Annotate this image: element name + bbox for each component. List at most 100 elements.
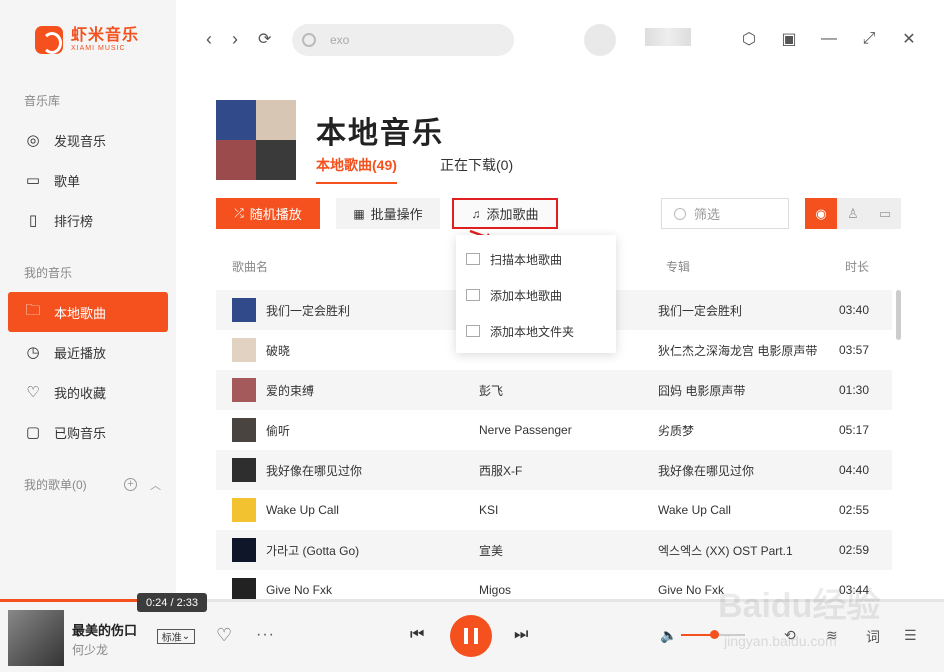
song-list-scrollbar[interactable] — [896, 290, 901, 340]
menu-item-scan-local[interactable]: 扫描本地歌曲 — [456, 241, 616, 277]
section-mine-label: 我的音乐 — [24, 266, 73, 280]
playlist-queue-icon[interactable]: ☰ — [904, 627, 917, 644]
now-playing-cover[interactable] — [8, 610, 64, 666]
table-row[interactable]: 偷听 Nerve Passenger 劣质梦 05:17 — [216, 410, 892, 450]
song-cover — [232, 298, 256, 322]
volume-knob[interactable] — [710, 630, 719, 639]
song-artist: 宣美 — [479, 543, 504, 558]
time-tooltip: 0:24 / 2:33 — [137, 593, 207, 612]
quality-select[interactable]: 标准 ⌄ — [157, 629, 195, 644]
song-artist: Nerve Passenger — [479, 423, 572, 437]
chevron-down-icon: ⌄ — [181, 631, 191, 642]
app-name: 虾米音乐 — [71, 27, 140, 44]
now-playing-artist[interactable]: 何少龙 — [72, 641, 108, 658]
song-name: 我好像在哪见过你 — [266, 463, 363, 478]
playback-progress-fill — [0, 599, 148, 602]
sidebar-item-local[interactable]: 🗀 本地歌曲 — [8, 292, 168, 332]
song-cover — [232, 418, 256, 442]
page-title: 本地音乐 — [316, 117, 444, 150]
pause-icon — [464, 628, 468, 644]
tab-local-songs[interactable]: 本地歌曲(49) — [316, 155, 397, 184]
search-icon — [302, 33, 316, 47]
mini-mode-icon[interactable]: ▣ — [780, 30, 798, 48]
search-placeholder: exo — [330, 33, 350, 47]
menu-item-add-local-folder[interactable]: 添加本地文件夹 — [456, 313, 616, 349]
section-library-label: 音乐库 — [24, 94, 61, 108]
next-icon[interactable]: ⏭ — [514, 626, 528, 644]
song-album: 我们一定会胜利 — [658, 303, 743, 318]
menu-item-label: 添加本地文件夹 — [490, 324, 575, 339]
add-playlist-icon[interactable]: + — [124, 478, 137, 491]
table-row[interactable]: Wake Up Call KSI Wake Up Call 02:55 — [216, 490, 892, 530]
view-albums-button[interactable]: ▭ — [869, 198, 901, 229]
song-duration: 04:40 — [839, 463, 870, 477]
song-artist: 西服X-F — [479, 463, 523, 478]
chevron-up-icon[interactable]: ︿ — [150, 477, 161, 493]
username-blurred[interactable] — [645, 28, 691, 46]
maximize-icon[interactable]: ⤢ — [860, 30, 878, 48]
song-cover — [232, 338, 256, 362]
add-songs-button[interactable]: ♫ 添加歌曲 — [452, 198, 558, 229]
table-row[interactable]: 我好像在哪见过你 西服X-F 我好像在哪见过你 04:40 — [216, 450, 892, 490]
person-icon: ♙ — [847, 205, 859, 221]
volume-icon[interactable]: 🔈 — [660, 627, 677, 644]
sidebar-item-recent[interactable]: ◷ 最近播放 — [8, 332, 168, 372]
favorite-icon[interactable]: ♡ — [216, 625, 232, 646]
menu-item-label: 添加本地歌曲 — [490, 288, 563, 303]
view-songs-button[interactable]: ◉ — [805, 198, 837, 229]
my-playlists-header: 我的歌单(0) + ︿ — [24, 476, 164, 493]
clock-icon: ◷ — [26, 344, 40, 361]
avatar[interactable] — [584, 24, 616, 56]
song-album: 我好像在哪见过你 — [658, 463, 755, 478]
add-songs-menu: 扫描本地歌曲 添加本地歌曲 添加本地文件夹 — [456, 235, 616, 353]
sidebar-item-favorites[interactable]: ♡ 我的收藏 — [8, 372, 168, 412]
menu-item-add-local-songs[interactable]: 添加本地歌曲 — [456, 277, 616, 313]
table-row[interactable]: 가라고 (Gotta Go) 宣美 엑스엑스 (XX) OST Part.1 0… — [216, 530, 892, 570]
shuffle-label: 随机播放 — [249, 207, 302, 222]
song-cover — [232, 458, 256, 482]
sidebar-item-playlists[interactable]: ▭ 歌单 — [8, 160, 168, 200]
minimize-icon[interactable]: — — [820, 30, 838, 48]
sidebar-item-discover[interactable]: ◎ 发现音乐 — [8, 120, 168, 160]
song-album: Wake Up Call — [658, 503, 731, 517]
music-note-icon: ♫ — [471, 206, 481, 221]
column-header-name[interactable]: 歌曲名 — [232, 258, 268, 275]
column-header-album[interactable]: 专辑 — [666, 258, 690, 275]
app-logo[interactable]: 虾米音乐 XIAMI MUSIC — [35, 26, 139, 54]
shuffle-play-button[interactable]: ⤮ 随机播放 — [216, 198, 320, 229]
song-name: Wake Up Call — [266, 503, 339, 517]
now-playing-title[interactable]: 最美的伤口 — [72, 620, 137, 639]
song-name: 偷听 — [266, 423, 291, 438]
lyrics-icon[interactable]: 词 — [866, 627, 880, 647]
tab-downloading[interactable]: 正在下载(0) — [440, 155, 513, 175]
refresh-icon[interactable]: ⟳ — [258, 29, 271, 49]
sidebar-item-label: 歌单 — [54, 173, 81, 189]
disc-icon: ◎ — [26, 132, 40, 149]
album-icon: ▭ — [878, 205, 892, 221]
previous-icon[interactable]: ⏮ — [410, 626, 424, 644]
batch-operation-button[interactable]: ▦ 批量操作 — [336, 198, 440, 229]
sidebar-item-charts[interactable]: ▯ 排行榜 — [8, 200, 168, 240]
settings-hexagon-icon[interactable]: ⬡ — [740, 30, 758, 48]
forward-icon[interactable]: › — [232, 29, 238, 50]
purchased-icon: ▢ — [25, 424, 41, 441]
view-artists-button[interactable]: ♙ — [837, 198, 869, 229]
song-album: 劣质梦 — [658, 423, 695, 438]
pause-button[interactable] — [450, 615, 492, 657]
add-songs-label: 添加歌曲 — [486, 207, 539, 222]
back-icon[interactable]: ‹ — [206, 29, 212, 50]
table-row[interactable]: 爱的束缚 彭飞 囧妈 电影原声带 01:30 — [216, 370, 892, 410]
sidebar-item-purchased[interactable]: ▢ 已购音乐 — [8, 412, 168, 452]
close-icon[interactable]: ✕ — [900, 30, 918, 48]
search-input[interactable]: exo — [292, 24, 514, 56]
more-icon[interactable]: ··· — [256, 626, 275, 644]
filter-input[interactable]: 筛选 — [661, 198, 789, 229]
sidebar-item-label: 发现音乐 — [54, 133, 107, 149]
grid-icon: ▦ — [353, 206, 365, 221]
volume-fill — [681, 634, 713, 636]
song-cover — [232, 538, 256, 562]
column-header-duration[interactable]: 时长 — [845, 258, 869, 275]
song-artist: Migos — [479, 583, 512, 597]
batch-label: 批量操作 — [370, 207, 423, 222]
scan-icon — [466, 253, 480, 265]
